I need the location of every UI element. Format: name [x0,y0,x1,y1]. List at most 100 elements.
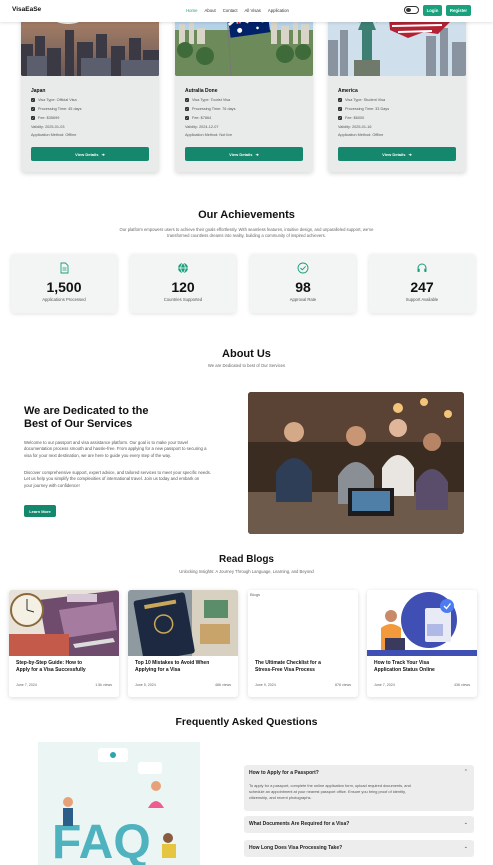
visa-fee-text: Fee: $35699 [38,116,60,120]
visa-validity: Validity: 2025-01-16 [338,125,372,129]
nav-contact[interactable]: Contact [223,8,238,13]
blog-views: 876 views [335,683,351,687]
globe-icon [178,262,188,274]
visa-type: ✓ Visa Type: Student Visa [338,98,385,102]
about-subtitle: We are Dedicated to best of Our Services [207,363,286,368]
view-details-label: View Details [75,151,99,157]
visa-card-japan: Japan ✓ Visa Type: Official Visa ✓ Process… [21,0,159,172]
arrow-right-icon: ➜ [255,151,259,157]
blog-image [9,590,119,656]
stat-number: 98 [295,279,311,295]
about-paragraph-1-line: visa for your next destination, we are h… [24,452,172,458]
view-details-button[interactable]: View Details ➜ [338,147,456,161]
visa-method: Application Method: Offline [31,133,77,137]
achievements-subtitle-line2: transformed countless dreams into realit… [167,233,326,238]
blog-title: The Ultimate Checklist for a Stress-Free… [255,660,353,674]
login-button[interactable]: Login [423,5,442,16]
faq-question[interactable]: How to Apply for a Passport? [249,770,319,776]
nav-home[interactable]: Home [186,8,197,13]
faq-question[interactable]: What Documents Are Required for a Visa? [249,821,349,827]
visa-validity: Validity: 2025-01-03 [31,125,65,129]
stat-label: Applications Processed [42,297,86,302]
visa-validity: Validity: 2024-12-07 [185,125,219,129]
visa-method: Application Method: Not live [185,133,233,137]
blog-card[interactable]: Top 10 Mistakes to Avoid When Applying f… [128,590,238,697]
view-details-label: View Details [382,151,406,157]
view-details-label: View Details [229,151,253,157]
faq-title: Frequently Asked Questions [175,716,318,728]
blog-title-line: How to Track Your Visa [374,660,430,666]
blog-date: June 7, 2024 [374,683,395,687]
blog-date: June 5, 2024 [135,683,156,687]
blog-image: Blogs [248,590,358,656]
blog-title-line: The Ultimate Checklist for a [255,660,321,666]
blog-title-line: Top 10 Mistakes to Avoid When [135,660,210,666]
stat-label: Countries Supported [163,297,203,302]
headset-icon [417,263,427,272]
blogs-title: Read Blogs [218,554,274,565]
check-icon: ✓ [185,116,189,120]
stat-card-support: 247 Support Available [369,254,475,313]
faq-answer-line: citizenship, and recent photographs. [249,795,312,800]
chevron-up-icon[interactable]: ⌃ [464,769,468,775]
about-paragraph-1: Welcome to our passport and visa assista… [24,440,242,459]
faq-question[interactable]: How Long Does Visa Processing Take? [249,845,342,851]
blog-card[interactable]: Blogs The Ultimate Checklist for a Stres… [248,590,358,697]
blog-title-line: Apply for a Visa Successfully [16,667,86,673]
blog-views: 436 views [454,683,470,687]
blog-card[interactable]: How to Track Your Visa Application Statu… [367,590,477,697]
about-heading: We are Dedicated to the Best of Our Serv… [24,405,149,431]
visa-fee: ✓ Fee: $6000 [338,116,364,120]
check-icon: ✓ [31,116,35,120]
blog-image [367,590,477,656]
visa-processing-text: Processing Time: 33 Days [345,107,390,111]
blog-date: June 9, 2024 [255,683,276,687]
blog-title: Top 10 Mistakes to Avoid When Applying f… [135,660,233,674]
visa-fee: ✓ Fee: $35699 [31,116,59,120]
blog-card[interactable]: Step-by-Step Guide: How to Apply for a V… [9,590,119,697]
blog-title: How to Track Your Visa Application Statu… [374,660,472,674]
nav-application[interactable]: Application [268,8,289,13]
visa-processing: ✓ Processing Time: 33 Days [338,107,389,111]
stat-number: 120 [171,279,195,295]
achievements-title: Our Achievements [198,209,295,221]
chevron-down-icon[interactable]: ⌄ [464,844,468,850]
visa-processing: ✓ Processing Time: 45 days [31,107,81,111]
theme-toggle[interactable] [404,6,419,14]
check-circle-icon [297,262,309,274]
blog-views: 1.5k views [95,683,112,687]
visa-card-america: America ✓ Visa Type: Student Visa ✓ Proces… [328,0,466,172]
blog-title-line: Application Status Online [374,667,435,673]
nav-about[interactable]: About [204,8,215,13]
check-icon: ✓ [338,107,342,111]
faq-answer: To apply for a passport, complete the on… [249,783,467,801]
check-icon: ✓ [31,98,35,102]
learn-more-button[interactable]: Learn More [24,505,56,517]
stat-card-countries: 120 Countries Supported [130,254,236,313]
visa-method: Application Method: Offline [338,133,384,137]
view-details-button[interactable]: View Details ➜ [185,147,303,161]
visa-processing-text: Processing Time: 76 days [192,107,236,111]
view-details-button[interactable]: View Details ➜ [31,147,149,161]
check-icon: ✓ [338,98,342,102]
visa-processing: ✓ Processing Time: 76 days [185,107,235,111]
visa-fee-text: Fee: $6000 [345,116,365,120]
visa-type: ✓ Visa Type: Tourist Visa [185,98,230,102]
faq-item-documents[interactable]: What Documents Are Required for a Visa? … [244,816,474,833]
brand-logo[interactable]: VisaEaSe [12,6,41,13]
toggle-knob [406,8,411,12]
chevron-down-icon[interactable]: ⌄ [464,820,468,826]
stat-number: 247 [410,279,434,295]
check-icon: ✓ [31,107,35,111]
visa-type-text: Visa Type: Tourist Visa [192,98,231,102]
faq-item-processing[interactable]: How Long Does Visa Processing Take? ⌄ [244,840,474,857]
visa-country: Japan [31,88,46,94]
faq-illustration: FAQ [38,742,200,865]
visa-type-text: Visa Type: Official Visa [38,98,77,102]
blog-date: June 7, 2024 [16,683,37,687]
nav-all-visas[interactable]: All Visas [245,8,261,13]
about-heading-line1: We are Dedicated to the [24,405,149,417]
blog-views: 486 views [215,683,231,687]
register-button[interactable]: Register [446,5,471,16]
navbar: VisaEaSe Home About Contact All Visas Ap… [0,0,493,22]
